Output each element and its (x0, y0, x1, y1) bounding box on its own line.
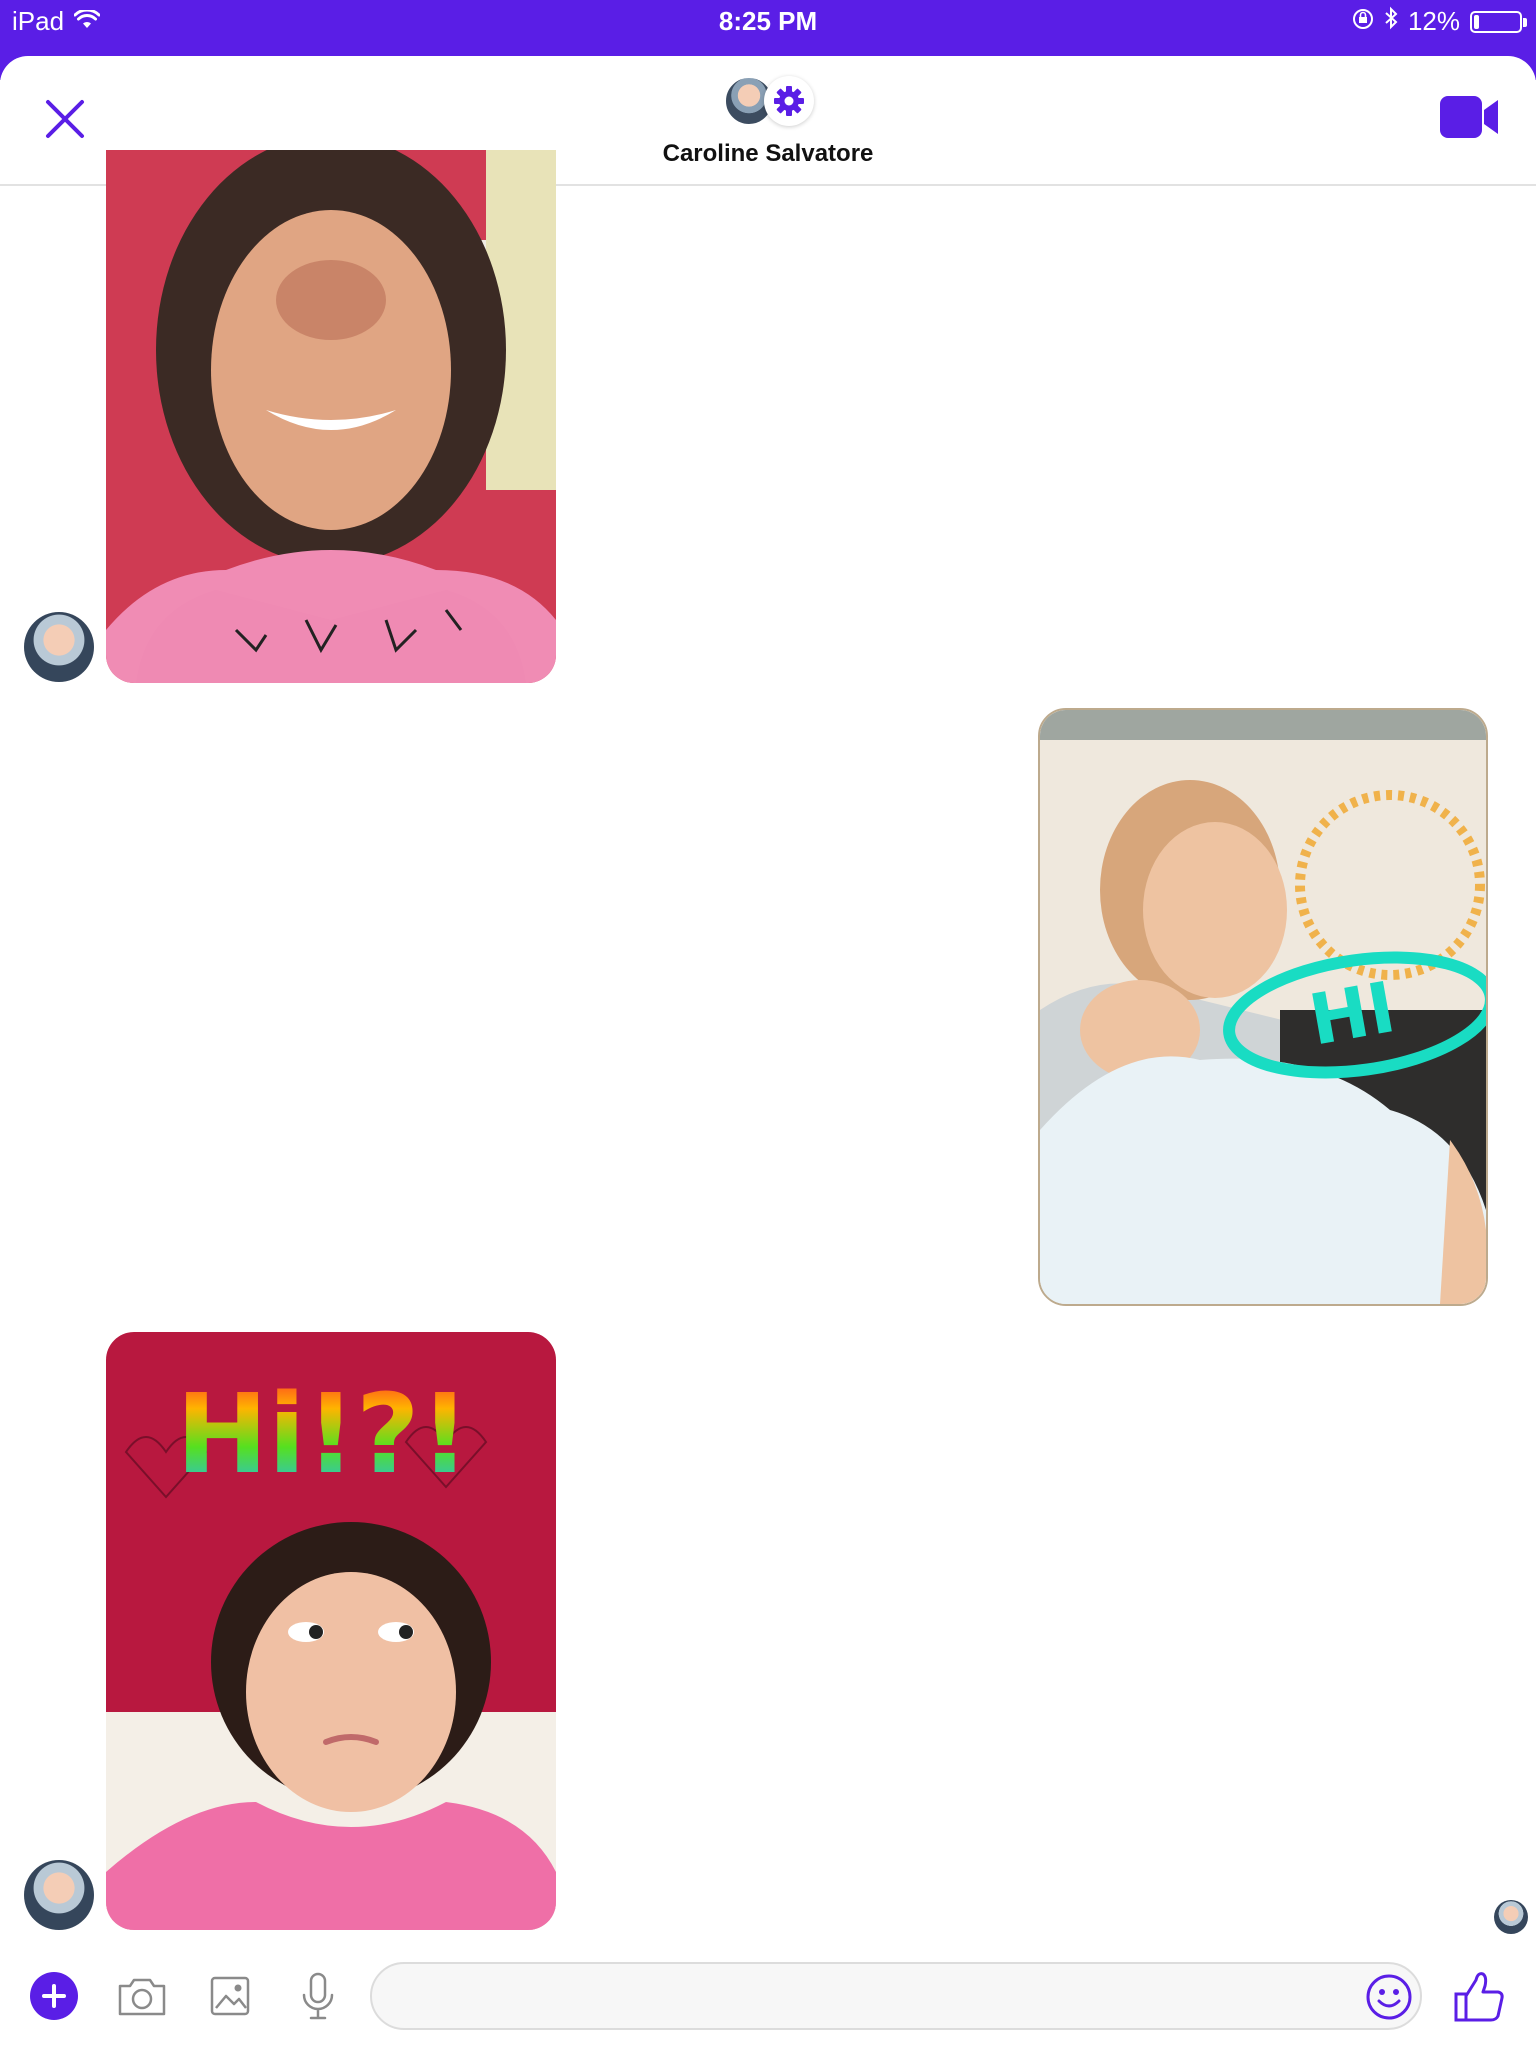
bluetooth-icon (1384, 6, 1398, 37)
composer-bar (0, 1950, 1536, 2048)
photo-message[interactable] (106, 150, 556, 683)
camera-icon (118, 1978, 166, 2016)
video-call-button[interactable] (1438, 92, 1502, 142)
microphone-icon (302, 1972, 334, 2020)
close-button[interactable] (40, 94, 90, 144)
contact-avatar[interactable] (24, 1860, 94, 1930)
photo-message[interactable]: HI (1038, 708, 1488, 1306)
status-time: 8:25 PM (718, 6, 818, 36)
camera-button[interactable] (114, 1968, 170, 2024)
photo-image: Hi!?! (106, 1332, 556, 1930)
gallery-button[interactable] (202, 1968, 258, 2024)
conversation-avatar-group[interactable] (724, 76, 820, 128)
read-receipt-avatar (1494, 1900, 1528, 1934)
message-input[interactable] (370, 1962, 1422, 2030)
more-actions-button[interactable] (30, 1972, 78, 2020)
orientation-lock-icon (1352, 6, 1374, 37)
contact-avatar[interactable] (24, 612, 94, 682)
thumbs-up-icon (1454, 1972, 1504, 2022)
battery-percent: 12% (1407, 6, 1460, 36)
settings-button[interactable] (764, 76, 814, 126)
like-button[interactable] (1452, 1966, 1508, 2026)
photo-message[interactable]: Hi!?! (106, 1332, 556, 1930)
gear-icon (774, 86, 804, 116)
emoji-icon (1366, 1974, 1412, 2020)
battery-icon (1470, 10, 1527, 33)
photo-image (106, 150, 556, 683)
photo-image: HI (1040, 710, 1486, 1304)
voice-message-button[interactable] (290, 1968, 346, 2024)
emoji-button[interactable] (1364, 1972, 1414, 2022)
gallery-icon (210, 1976, 250, 2016)
status-right: 12% (1352, 6, 1527, 37)
plus-icon (42, 1984, 66, 2008)
close-icon (46, 100, 84, 138)
photo-overlay-text: Hi!?! (176, 1370, 470, 1498)
video-call-icon (1440, 96, 1498, 138)
battery-fill (1474, 14, 1479, 29)
photo-overlay-text: HI (1304, 966, 1402, 1061)
